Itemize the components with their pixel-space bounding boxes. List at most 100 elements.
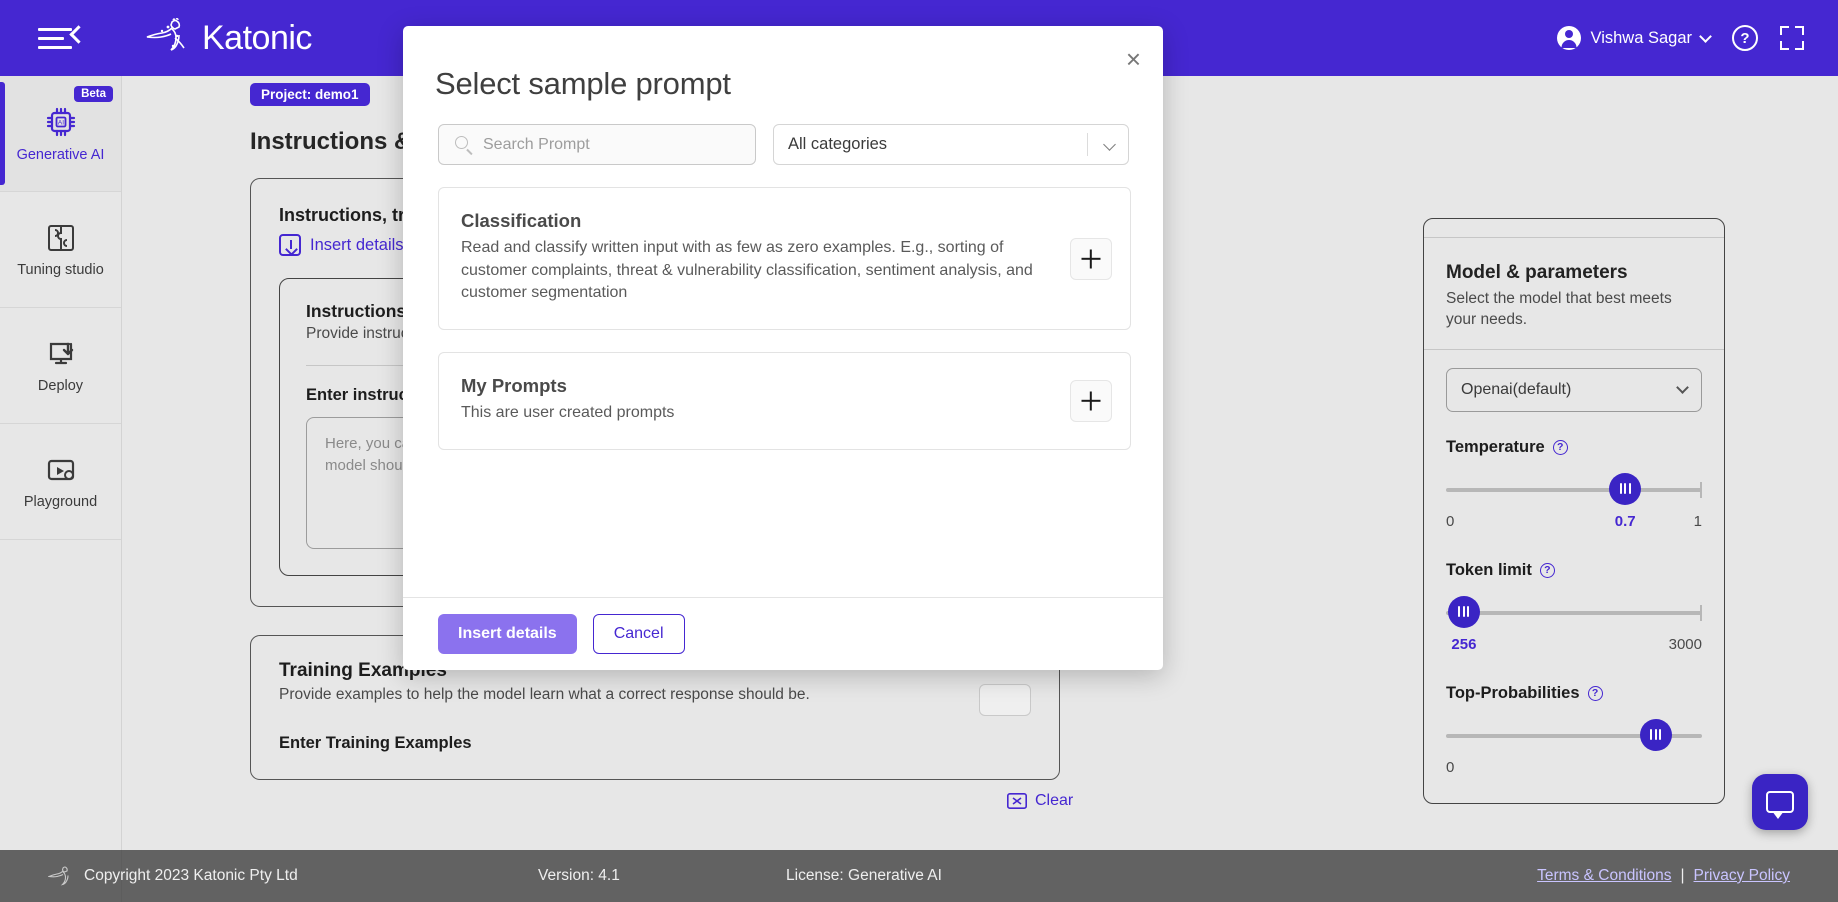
- temperature-scale: 0 0.7 1: [1446, 513, 1702, 535]
- top-probabilities-min: 0: [1446, 758, 1455, 776]
- list-item[interactable]: Classification Read and classify written…: [438, 187, 1131, 331]
- temperature-min: 0: [1446, 512, 1455, 530]
- sidebar-item-label: Generative AI: [16, 147, 105, 163]
- model-parameters-subtitle: Select the model that best meets your ne…: [1446, 290, 1672, 328]
- temperature-max: 1: [1693, 512, 1702, 530]
- brand-logo[interactable]: Katonic: [142, 18, 312, 58]
- modal-footer: Insert details Cancel: [403, 597, 1163, 670]
- slider-thumb[interactable]: [1639, 718, 1672, 751]
- footer-version: Version: 4.1: [538, 867, 620, 884]
- fullscreen-icon[interactable]: [1780, 26, 1804, 50]
- sidebar-item-tuning-studio[interactable]: Tuning studio: [0, 192, 121, 308]
- footer-links: Terms & Conditions | Privacy Policy: [1537, 867, 1790, 885]
- help-circle-icon[interactable]: ?: [1539, 562, 1555, 578]
- prompt-list: Classification Read and classify written…: [403, 165, 1163, 597]
- prompt-card-description: Read and classify written input with as …: [461, 239, 1033, 302]
- temperature-label-text: Temperature: [1446, 437, 1545, 456]
- svg-text:AI: AI: [57, 120, 63, 127]
- token-limit-label-text: Token limit: [1446, 560, 1532, 579]
- category-select-value: All categories: [788, 135, 888, 153]
- chevron-down-icon: [1699, 29, 1712, 43]
- slider-track: [1446, 487, 1702, 492]
- add-prompt-button[interactable]: [1070, 237, 1112, 280]
- user-name-label: Vishwa Sagar: [1590, 28, 1692, 47]
- search-prompt-field[interactable]: [438, 124, 756, 165]
- insert-details-button[interactable]: Insert details: [438, 614, 577, 654]
- hamburger-collapse-icon[interactable]: [38, 21, 88, 55]
- sidebar-item-playground[interactable]: Playground: [0, 424, 121, 540]
- terms-and-conditions-link[interactable]: Terms & Conditions: [1537, 867, 1671, 885]
- training-examples-description: Provide examples to help the model learn…: [279, 686, 810, 703]
- footer-separator: |: [1680, 867, 1685, 884]
- category-select[interactable]: All categories: [773, 124, 1129, 165]
- prompt-card-description: This are user created prompts: [461, 404, 675, 422]
- sidebar-item-deploy[interactable]: Deploy: [0, 308, 121, 424]
- footer-copyright: Copyright 2023 Katonic Pty Ltd: [48, 865, 298, 887]
- token-limit-value: 256: [1451, 635, 1477, 653]
- project-chip: Project: demo1: [250, 83, 370, 106]
- token-limit-slider[interactable]: [1446, 595, 1702, 628]
- ai-chip-icon: AI: [46, 107, 75, 137]
- user-menu[interactable]: Vishwa Sagar: [1557, 26, 1712, 50]
- sidebar-item-generative-ai[interactable]: Beta AI Generative AI: [0, 76, 121, 192]
- footer-copyright-text: Copyright 2023 Katonic Pty Ltd: [84, 867, 298, 884]
- select-divider: [1087, 133, 1088, 156]
- slider-track: [1446, 610, 1702, 615]
- model-parameters-panel: Model & parameters Select the model that…: [1423, 218, 1725, 804]
- select-sample-prompt-modal: × Select sample prompt All categories Cl…: [403, 26, 1163, 670]
- clear-control[interactable]: Clear: [1007, 792, 1073, 810]
- footer-license: License: Generative AI: [786, 867, 942, 884]
- clear-label: Clear: [1035, 792, 1074, 809]
- playground-icon: [47, 459, 74, 481]
- download-icon: [279, 234, 301, 256]
- slider-max-tick: [1700, 481, 1702, 498]
- cancel-button[interactable]: Cancel: [592, 614, 685, 654]
- puzzle-icon: [47, 225, 74, 251]
- chevron-down-icon: [1103, 138, 1116, 151]
- deploy-monitor-icon: [49, 342, 73, 365]
- top-probabilities-label-text: Top-Probabilities: [1446, 683, 1580, 702]
- privacy-policy-link[interactable]: Privacy Policy: [1694, 867, 1790, 885]
- model-parameters-title: Model & parameters: [1446, 262, 1628, 283]
- sidebar-item-label: Deploy: [37, 378, 84, 394]
- model-select-value: Openai(default): [1461, 380, 1572, 398]
- sidebar-item-label: Tuning studio: [17, 262, 104, 278]
- token-limit-max: 3000: [1668, 635, 1702, 653]
- temperature-label: Temperature ?: [1446, 438, 1702, 457]
- enter-training-examples-label: Enter Training Examples: [279, 734, 472, 752]
- beta-badge: Beta: [74, 86, 113, 102]
- modal-title: Select sample prompt: [435, 66, 731, 101]
- prompt-card-title: My Prompts: [461, 375, 567, 397]
- help-circle-icon[interactable]: ?: [1552, 439, 1568, 455]
- chevron-down-icon: [1676, 381, 1689, 395]
- chat-bubble-icon[interactable]: [1752, 774, 1808, 830]
- search-icon: [455, 136, 468, 149]
- temperature-slider[interactable]: [1446, 472, 1702, 505]
- search-input[interactable]: [483, 135, 755, 154]
- token-limit-scale: 256 3000: [1446, 636, 1702, 658]
- top-probabilities-slider[interactable]: [1446, 718, 1702, 751]
- kangaroo-icon: [146, 18, 185, 51]
- close-icon[interactable]: ×: [1126, 46, 1141, 72]
- footer-bar: Copyright 2023 Katonic Pty Ltd Version: …: [0, 850, 1838, 902]
- sidebar-item-label: Playground: [23, 494, 98, 510]
- clear-icon: [1007, 793, 1027, 809]
- slider-max-tick: [1700, 604, 1702, 621]
- sidebar-rail: Beta AI Generative AI Tuning studio Depl…: [0, 76, 122, 902]
- avatar: [1557, 26, 1582, 50]
- training-action-button[interactable]: [979, 684, 1031, 716]
- prompt-card-title: Classification: [461, 210, 582, 231]
- list-item[interactable]: My Prompts This are user created prompts: [438, 352, 1131, 450]
- add-prompt-button[interactable]: [1070, 380, 1112, 423]
- slider-thumb[interactable]: [1609, 472, 1642, 505]
- temperature-value: 0.7: [1614, 512, 1636, 530]
- slider-thumb[interactable]: [1447, 595, 1480, 628]
- modal-filter-row: All categories: [403, 102, 1163, 165]
- app-root: Katonic Vishwa Sagar ? Beta AI Generativ…: [0, 0, 1838, 902]
- top-probabilities-label: Top-Probabilities ?: [1446, 684, 1702, 703]
- top-probabilities-scale: 0: [1446, 759, 1702, 781]
- help-circle-icon[interactable]: ?: [1587, 685, 1603, 701]
- model-select[interactable]: Openai(default): [1446, 367, 1702, 412]
- help-icon[interactable]: ?: [1732, 25, 1758, 51]
- kangaroo-icon: [48, 866, 69, 886]
